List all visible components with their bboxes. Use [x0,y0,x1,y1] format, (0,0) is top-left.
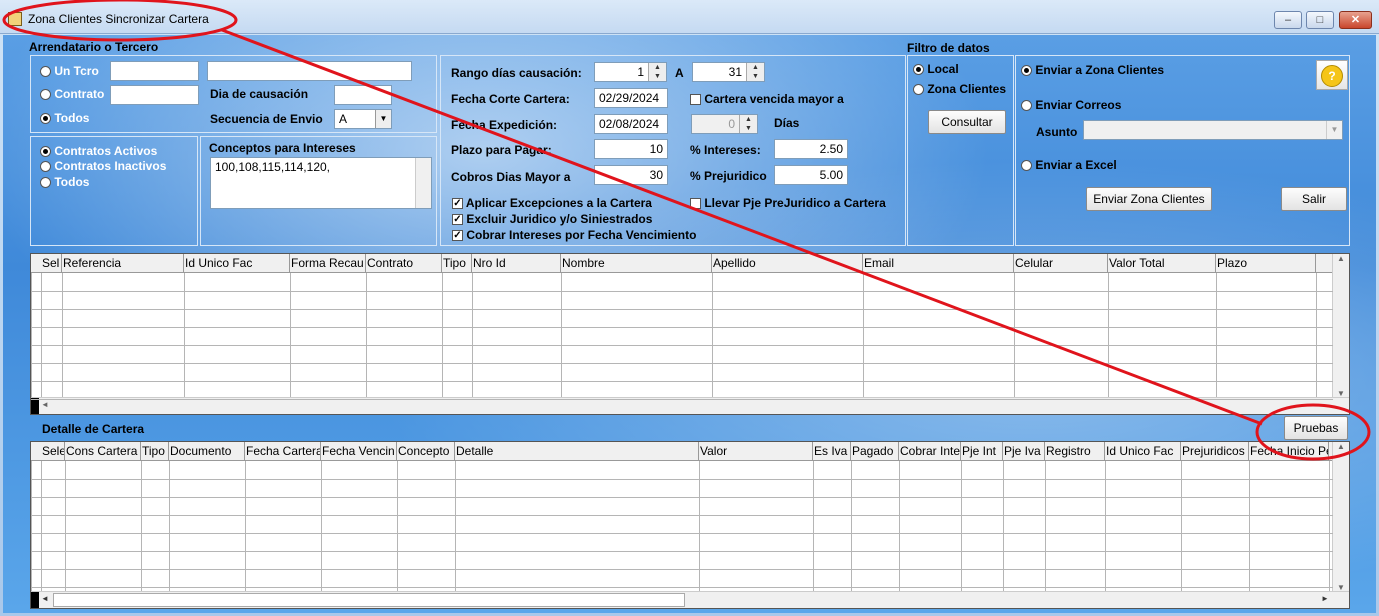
annotation-arrow-line [221,28,1263,426]
annotation-overlay [2,0,1371,461]
annotation-ellipse-pruebas [1255,403,1371,461]
annotation-ellipse-title [2,0,238,42]
